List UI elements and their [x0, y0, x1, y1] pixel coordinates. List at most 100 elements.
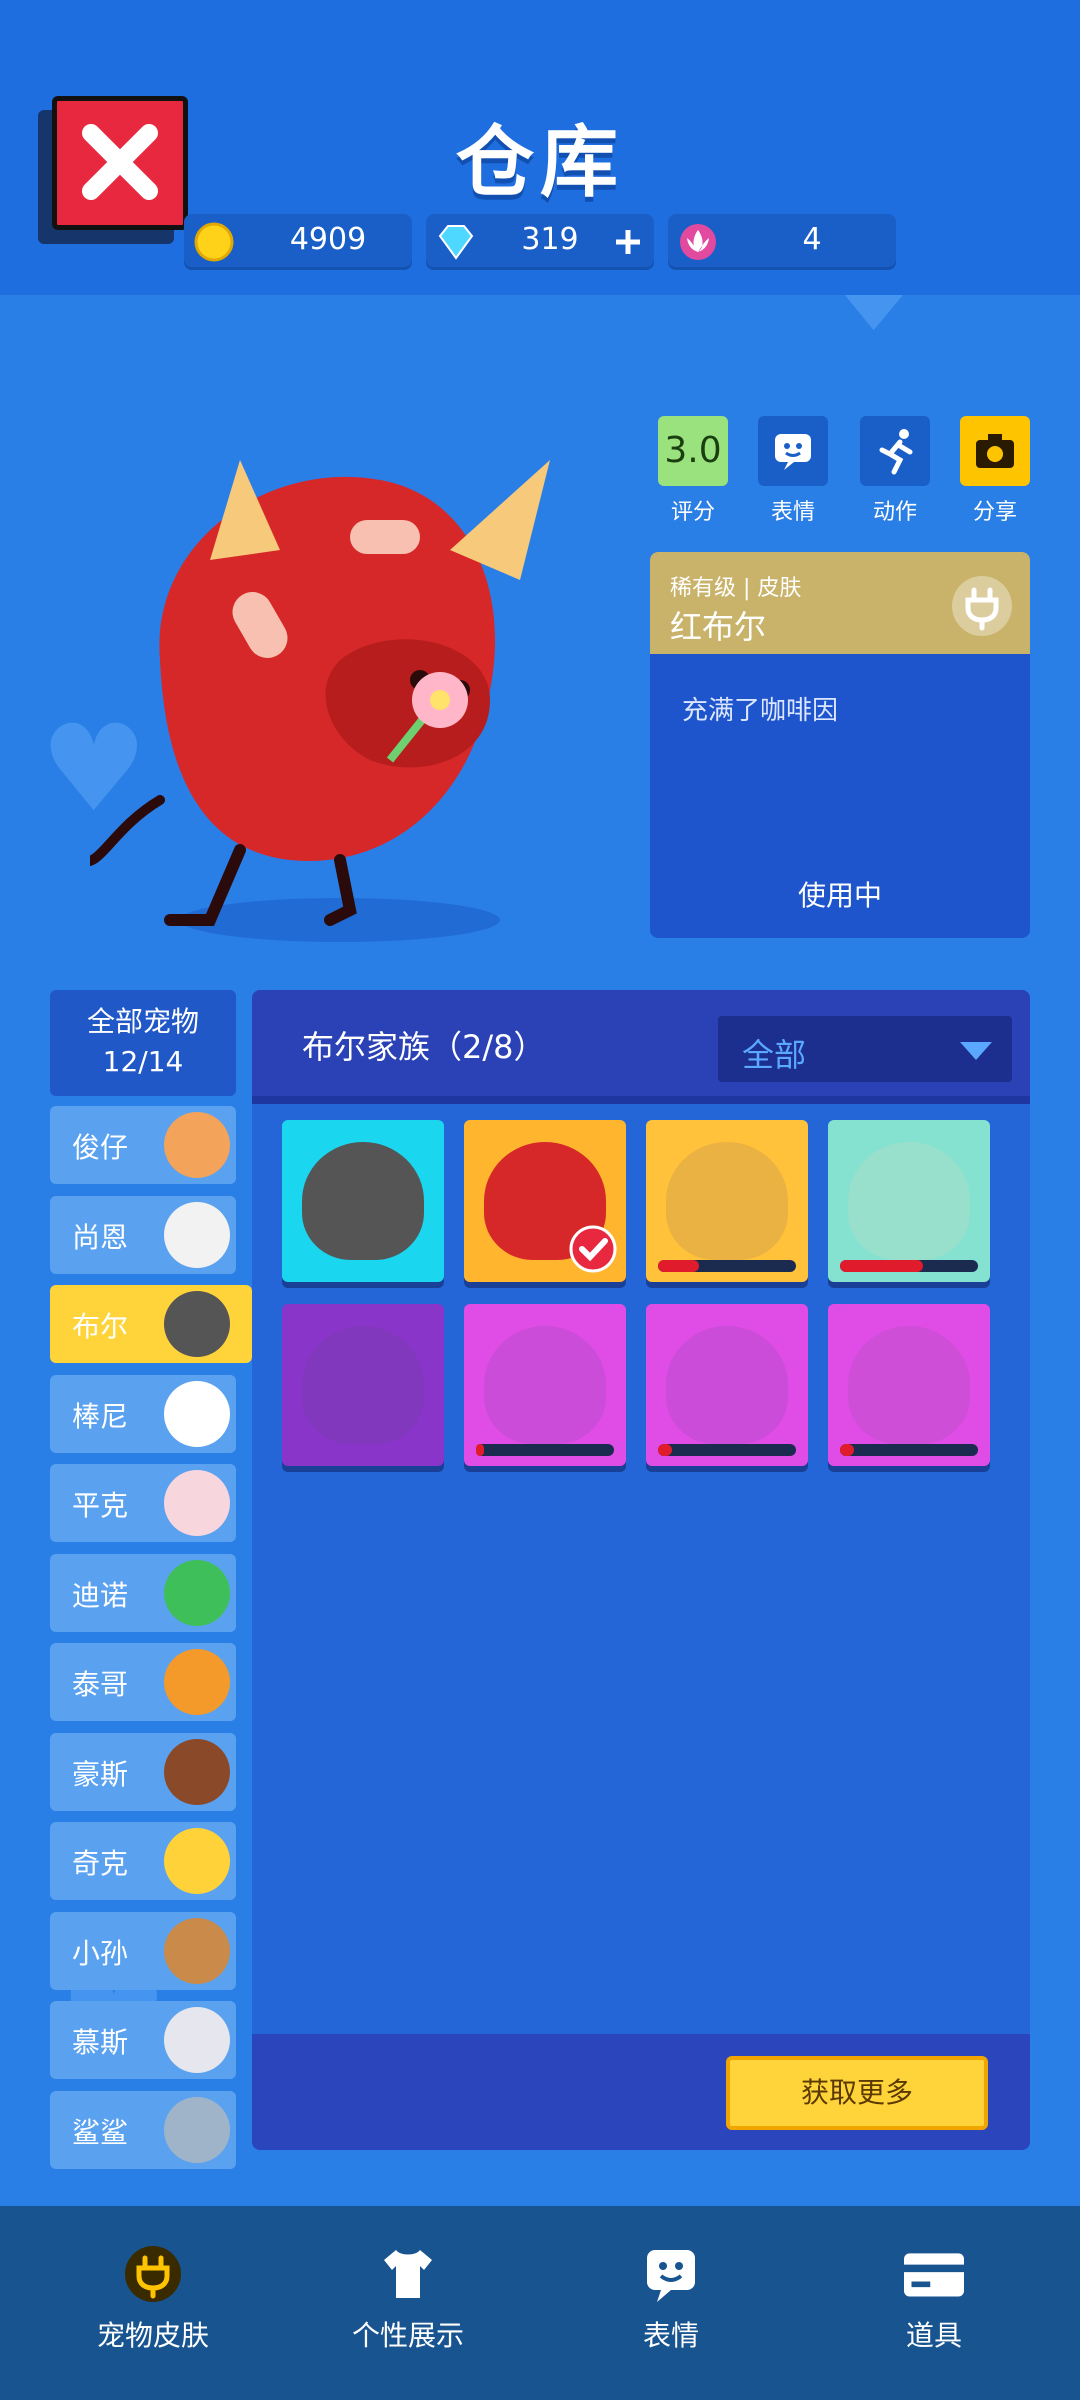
pet-name: 尚恩 [72, 1220, 129, 1254]
nav-showcase[interactable]: 个性展示 [333, 2228, 483, 2356]
nav-items[interactable]: 道具 [859, 2228, 1009, 2356]
sidebar-pet-item[interactable]: 豪斯 [50, 1732, 236, 1811]
skin-card[interactable] [282, 1304, 444, 1466]
emote-icon [647, 2250, 695, 2302]
nav-pet-skins[interactable]: 宠物皮肤 [78, 2228, 228, 2356]
all-pets-button[interactable]: 全部宠物 12/14 [50, 990, 236, 1096]
sidebar-pet-item[interactable]: 慕斯 [50, 2001, 236, 2079]
camera-icon [976, 434, 1014, 468]
sidebar-pet-item[interactable]: 平克 [50, 1464, 236, 1542]
sidebar-pet-item[interactable]: 俊仔 [50, 1106, 236, 1184]
skin-card[interactable] [464, 1304, 626, 1466]
skin-card[interactable] [282, 1120, 444, 1282]
skin-card[interactable] [828, 1120, 990, 1282]
sidebar-pet-item[interactable]: 泰哥 [50, 1643, 236, 1721]
share-label: 分享 [972, 500, 1017, 525]
nav-label: 宠物皮肤 [96, 2319, 209, 2352]
skin-name: 红布尔 [670, 608, 767, 646]
skin-info-card: 稀有级 | 皮肤 红布尔 充满了咖啡因 使用中 [650, 552, 1030, 938]
skin-thumbnail [302, 1326, 424, 1444]
panel-header: 布尔家族（2/8） 全部 [252, 990, 1030, 1104]
plug-icon [125, 2246, 181, 2302]
pet-avatar [164, 1917, 230, 1984]
plus-icon[interactable] [614, 228, 642, 256]
skins-panel: 布尔家族（2/8） 全部 获取更多 [252, 990, 1030, 2150]
pet-avatar [164, 1380, 230, 1447]
skin-card[interactable] [646, 1120, 808, 1282]
pet-avatar [164, 2007, 230, 2073]
chevron-down-icon [960, 1042, 992, 1060]
sidebar-pet-item[interactable]: 鲨鲨 [50, 2090, 236, 2169]
nav-label: 表情 [642, 2319, 699, 2352]
card-icon [904, 2253, 964, 2297]
filter-label: 全部 [742, 1036, 807, 1074]
pet-name: 平克 [72, 1489, 129, 1522]
skin-info-header: 稀有级 | 皮肤 红布尔 [650, 552, 1030, 654]
skin-card[interactable] [828, 1304, 990, 1466]
plug-icon [952, 576, 1012, 636]
diamond-value: 319 [521, 222, 579, 257]
emote-button[interactable] [758, 416, 828, 486]
sidebar-pet-item[interactable]: 奇克 [50, 1822, 236, 1900]
skin-rarity: 稀有级 | 皮肤 [670, 576, 802, 601]
lotus-value: 4 [802, 222, 822, 257]
diamond-icon [438, 225, 474, 260]
unlock-progress-bar [658, 1444, 796, 1456]
sidebar-pet-item[interactable]: 尚恩 [50, 1195, 236, 1274]
skin-status: 使用中 [797, 879, 882, 912]
checkmark-icon [569, 1225, 617, 1273]
pet-avatar [164, 1828, 230, 1894]
sidebar-pet-item[interactable]: 小孙 [50, 1911, 236, 1990]
unlock-progress-bar [658, 1260, 796, 1272]
tshirt-icon [384, 2250, 432, 2298]
pet-name: 慕斯 [72, 2026, 129, 2059]
all-pets-label: 全部宠物 [86, 1005, 199, 1038]
unlock-progress-bar [840, 1444, 978, 1456]
gold-coin-icon [194, 222, 234, 262]
pet-name: 泰哥 [72, 1668, 129, 1701]
pet-name: 鲨鲨 [72, 2115, 129, 2149]
skin-card[interactable] [464, 1120, 626, 1282]
page-title: 仓库 [455, 118, 624, 208]
pet-avatar [164, 1559, 230, 1626]
gold-coin-counter: 4909 [184, 214, 412, 270]
skin-thumbnail [666, 1142, 788, 1260]
pet-avatar [164, 1649, 230, 1715]
sidebar-pet-item[interactable]: 布尔 [50, 1285, 252, 1363]
header: 仓库 4909 319 4 [0, 0, 1080, 295]
pet-avatar [164, 1738, 230, 1805]
pet-name: 豪斯 [72, 1757, 129, 1791]
pet-avatar [164, 1201, 230, 1268]
panel-footer: 获取更多 [252, 2034, 1030, 2150]
filter-dropdown[interactable]: 全部 [718, 1016, 1012, 1082]
skin-card[interactable] [646, 1304, 808, 1466]
speech-bubble-icon [775, 434, 811, 470]
diamond-counter[interactable]: 319 [426, 214, 654, 270]
pet-avatar [164, 1112, 230, 1178]
sidebar-pet-item[interactable]: 棒尼 [50, 1374, 236, 1453]
get-more-button[interactable]: 获取更多 [726, 2056, 988, 2130]
lotus-icon [680, 224, 716, 260]
rating-button[interactable]: 3.0 [658, 416, 728, 486]
gold-coin-value: 4909 [289, 222, 367, 257]
skin-thumbnail [302, 1142, 424, 1260]
nav-emotes[interactable]: 表情 [596, 2228, 746, 2356]
pet-name: 布尔 [72, 1310, 129, 1343]
running-icon [879, 429, 913, 475]
skin-thumbnail [666, 1326, 788, 1444]
pet-name: 小孙 [72, 1936, 129, 1970]
nav-label: 道具 [905, 2319, 962, 2352]
rating-label: 评分 [670, 500, 715, 525]
sidebar-pet-item[interactable]: 迪诺 [50, 1553, 236, 1632]
skin-thumbnail [848, 1142, 970, 1260]
emote-label: 表情 [770, 500, 815, 525]
pet-name: 棒尼 [72, 1399, 129, 1433]
motion-button[interactable] [860, 416, 930, 486]
pet-avatar [164, 1291, 230, 1357]
motion-label: 动作 [872, 500, 917, 525]
pet-name: 奇克 [72, 1847, 129, 1880]
nav-label: 个性展示 [351, 2319, 464, 2352]
lotus-counter: 4 [668, 214, 896, 270]
pet-avatar [164, 2096, 230, 2163]
share-button[interactable] [960, 416, 1030, 486]
